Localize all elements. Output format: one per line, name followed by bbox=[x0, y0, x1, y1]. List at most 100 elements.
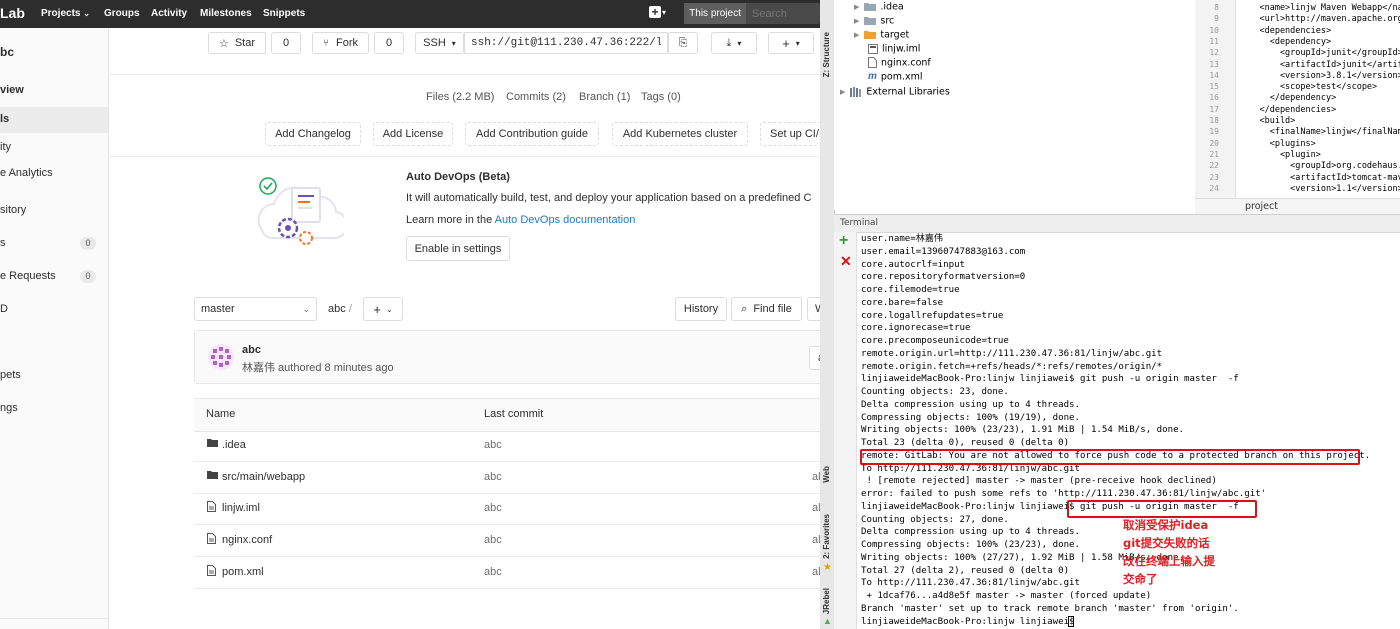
project-tree-item[interactable]: ▶ External Libraries bbox=[840, 84, 950, 98]
nav-snippets[interactable]: Snippets bbox=[263, 8, 305, 19]
folder-icon: ▶ bbox=[854, 30, 877, 40]
search-scope-chip[interactable]: This project bbox=[684, 3, 746, 24]
tree-table-header: Name Last commit bbox=[194, 398, 820, 432]
editor-breadcrumb[interactable]: project bbox=[1245, 201, 1278, 212]
table-row[interactable]: nginx.conf abc al bbox=[194, 525, 820, 558]
setup-ci-button[interactable]: Set up CI/ bbox=[760, 122, 820, 146]
add-to-tree-dropdown[interactable]: + ⌄ bbox=[363, 297, 403, 321]
star-button[interactable]: ☆ Star bbox=[208, 32, 266, 54]
table-row[interactable]: src/main/webapp abc al bbox=[194, 462, 820, 494]
clone-protocol-dropdown[interactable]: SSH ▾ bbox=[415, 32, 464, 54]
sidebar-item-cycle-analytics[interactable]: e Analytics bbox=[0, 166, 108, 186]
star-count[interactable]: 0 bbox=[271, 32, 301, 54]
sidebar-item-issues[interactable]: s0 bbox=[0, 235, 108, 255]
structure-tool-tab[interactable]: Z: Structure bbox=[822, 32, 831, 77]
line-number: 23 bbox=[1209, 172, 1219, 182]
history-button[interactable]: History bbox=[675, 297, 727, 321]
search-input[interactable] bbox=[750, 5, 820, 23]
auto-devops-illustration bbox=[248, 170, 349, 256]
project-tree-item[interactable]: ▶ .idea bbox=[854, 0, 904, 13]
search-box[interactable]: This project bbox=[684, 3, 820, 24]
code-editor[interactable]: 8 <name>linjw Maven Webapp</na 9 <url>htt… bbox=[1195, 0, 1400, 215]
web-tool-tab[interactable]: Web bbox=[822, 466, 831, 483]
copy-url-button[interactable]: ⎘ bbox=[668, 32, 698, 54]
project-tree-item[interactable]: nginx.conf bbox=[868, 55, 931, 69]
auto-devops-learn-more: Learn more in the Auto DevOps documentat… bbox=[406, 214, 636, 226]
project-tree-item[interactable]: linjw.iml bbox=[868, 41, 920, 55]
code-line: <dependency> bbox=[1239, 36, 1332, 47]
commits-stat-link[interactable]: Commits (2) bbox=[506, 91, 566, 103]
folder-icon: ▶ bbox=[854, 16, 877, 26]
star-icon: ★ bbox=[823, 562, 832, 573]
fork-button[interactable]: ⑂ Fork bbox=[312, 32, 369, 54]
gitlab-brand[interactable]: Lab bbox=[0, 5, 25, 21]
tags-stat-link[interactable]: Tags (0) bbox=[641, 91, 681, 103]
file-name-link[interactable]: linjw.iml bbox=[222, 502, 260, 514]
jrebel-icon: ▲ bbox=[823, 616, 832, 626]
branch-stat-link[interactable]: Branch (1) bbox=[579, 91, 630, 103]
sidebar-item-repository[interactable]: sitory bbox=[0, 202, 108, 222]
terminal-line: Total 27 (delta 2), reused 0 (delta 0) bbox=[861, 565, 1070, 576]
commit-title-link[interactable]: abc bbox=[242, 344, 261, 356]
file-icon bbox=[868, 57, 877, 69]
code-line: <version>1.1</version> bbox=[1239, 183, 1400, 194]
find-file-button[interactable]: ⌕ Find file bbox=[731, 297, 802, 321]
add-license-button[interactable]: Add License bbox=[373, 122, 453, 146]
project-tree-item[interactable]: ▶ target bbox=[854, 27, 909, 41]
gitlab-window: Lab Projects ⌄ Groups Activity Milestone… bbox=[0, 0, 820, 629]
nav-projects[interactable]: Projects ⌄ bbox=[41, 8, 90, 19]
file-name-link[interactable]: src/main/webapp bbox=[222, 471, 305, 483]
file-name-link[interactable]: nginx.conf bbox=[222, 534, 272, 546]
project-tree-item[interactable]: ▶ src bbox=[854, 13, 894, 27]
nav-milestones[interactable]: Milestones bbox=[200, 8, 252, 19]
add-changelog-button[interactable]: Add Changelog bbox=[265, 122, 361, 146]
avatar[interactable] bbox=[208, 344, 234, 370]
files-stat-link[interactable]: Files (2.2 MB) bbox=[426, 91, 494, 103]
branch-selector[interactable]: master ⌄ bbox=[194, 297, 317, 321]
table-row[interactable]: .idea abc bbox=[194, 430, 820, 462]
file-name-link[interactable]: pom.xml bbox=[222, 566, 264, 578]
new-terminal-icon[interactable]: + bbox=[839, 232, 848, 250]
nav-groups[interactable]: Groups bbox=[104, 8, 140, 19]
file-updated-time: al bbox=[812, 470, 820, 483]
sidebar-item-cicd[interactable]: D bbox=[0, 301, 108, 321]
plus-icon[interactable]: + bbox=[649, 6, 661, 18]
close-terminal-icon[interactable]: ✕ bbox=[840, 253, 852, 270]
download-dropdown[interactable]: ⤓ ▾ bbox=[711, 32, 757, 54]
file-name-link[interactable]: .idea bbox=[222, 439, 246, 451]
file-commit-link[interactable]: abc bbox=[484, 502, 502, 514]
terminal-line: core.precomposeunicode=true bbox=[861, 336, 1009, 346]
sidebar-item-activity[interactable]: ity bbox=[0, 138, 108, 158]
auto-devops-docs-link[interactable]: Auto DevOps documentation bbox=[495, 214, 636, 226]
terminal-line: core.filemode=true bbox=[861, 285, 960, 295]
nav-activity[interactable]: Activity bbox=[151, 8, 187, 19]
sidebar-item-merge-requests[interactable]: e Requests 0 bbox=[0, 268, 108, 288]
sidebar-item-overview[interactable]: view bbox=[0, 79, 108, 101]
file-commit-link[interactable]: abc bbox=[484, 566, 502, 578]
favorites-tool-tab[interactable]: 2: Favorites bbox=[822, 514, 831, 559]
file-commit-link[interactable]: abc bbox=[484, 439, 502, 451]
code-line: <plugin> bbox=[1239, 149, 1321, 160]
sidebar-item-details[interactable]: ls bbox=[0, 107, 108, 133]
table-row[interactable]: linjw.iml abc al bbox=[194, 493, 820, 526]
clone-url-input[interactable] bbox=[464, 32, 668, 54]
code-line: <url>http://maven.apache.org bbox=[1239, 14, 1400, 25]
project-name[interactable]: bc bbox=[0, 45, 14, 59]
sidebar-item-snippets[interactable]: pets bbox=[0, 367, 108, 387]
add-contribution-guide-button[interactable]: Add Contribution guide bbox=[465, 122, 599, 146]
sidebar-item-settings[interactable]: ngs bbox=[0, 400, 108, 420]
add-kubernetes-cluster-button[interactable]: Add Kubernetes cluster bbox=[612, 122, 748, 146]
file-commit-link[interactable]: abc bbox=[484, 534, 502, 546]
commit-sha-button[interactable]: a bbox=[809, 346, 820, 370]
jrebel-tool-tab[interactable]: JRebel bbox=[822, 588, 831, 614]
table-row[interactable]: pom.xml abc al bbox=[194, 557, 820, 589]
add-dropdown[interactable]: + ▾ bbox=[768, 32, 814, 54]
project-tree-item[interactable]: m pom.xml bbox=[868, 69, 923, 83]
web-ide-button[interactable]: W bbox=[807, 297, 820, 321]
fork-count[interactable]: 0 bbox=[374, 32, 404, 54]
annotation-line: 取消受保护idea bbox=[1123, 518, 1209, 532]
enable-in-settings-button[interactable]: Enable in settings bbox=[406, 236, 510, 261]
project-tree-label: target bbox=[880, 29, 910, 41]
file-commit-link[interactable]: abc bbox=[484, 471, 502, 483]
breadcrumb-repo[interactable]: abc bbox=[328, 303, 346, 315]
